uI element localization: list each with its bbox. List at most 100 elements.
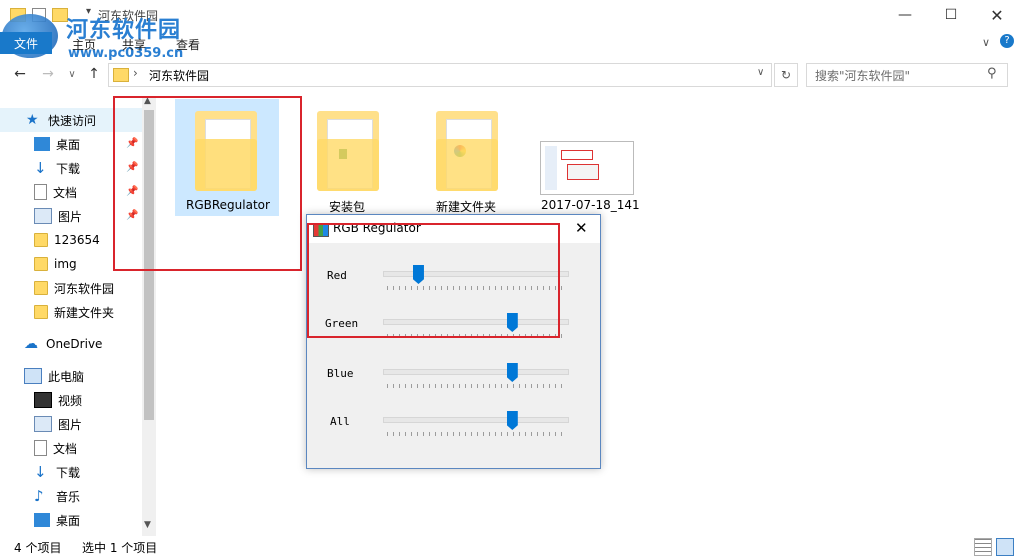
sidebar-item-pc-desktop[interactable]: 桌面 — [34, 509, 80, 531]
slider-thumb-blue[interactable] — [506, 363, 518, 382]
sidebar-item-pc-pictures[interactable]: 图片 — [34, 413, 82, 435]
file-label: 安装包 — [329, 200, 366, 214]
sidebar-item-onedrive[interactable]: ☁ OneDrive — [24, 333, 102, 355]
desktop-icon — [34, 137, 50, 151]
slider-thumb-all[interactable] — [506, 411, 518, 430]
sidebar-item-label: 快速访问 — [48, 113, 97, 128]
maximize-button[interactable]: ☐ — [928, 0, 974, 30]
file-item-installer[interactable]: 安装包 — [305, 99, 395, 216]
sidebar-item-downloads[interactable]: ↓ 下载 — [34, 157, 80, 179]
large-icons-view-icon[interactable] — [996, 538, 1014, 556]
sidebar-item-pc-documents[interactable]: 文档 — [34, 437, 77, 459]
breadcrumb-path[interactable]: 河东软件园 — [149, 67, 209, 84]
slider-ticks — [387, 432, 565, 436]
highlight-box — [113, 96, 302, 271]
sidebar-item-label: 文档 — [53, 185, 78, 200]
sidebar-item-this-pc[interactable]: 此电脑 — [24, 365, 84, 387]
sidebar-item-img[interactable]: img — [34, 253, 77, 275]
sidebar-item-label: 图片 — [58, 209, 83, 224]
sidebar-item-label: 视频 — [58, 393, 83, 408]
picture-icon — [34, 208, 52, 224]
tab-home[interactable]: 主页 — [72, 36, 96, 52]
tab-file-label: 文件 — [13, 36, 38, 51]
music-icon: ♪ — [34, 487, 44, 505]
breadcrumb-separator-icon: › — [133, 66, 138, 80]
help-icon[interactable]: ? — [1000, 34, 1014, 48]
search-icon[interactable]: ⚲ — [987, 66, 997, 81]
folder-icon — [34, 233, 48, 247]
search-placeholder: 搜索"河东软件园" — [815, 69, 911, 83]
details-view-icon[interactable] — [974, 538, 992, 556]
selection-count: 选中 1 个项目 — [82, 541, 158, 555]
folder-icon — [34, 305, 48, 319]
sidebar-item-label: 新建文件夹 — [54, 305, 115, 320]
sidebar-item-label: 音乐 — [56, 489, 81, 504]
close-button[interactable]: ✕ — [974, 0, 1020, 30]
sidebar-item-label: img — [54, 257, 77, 271]
address-dropdown-icon[interactable]: ∨ — [757, 67, 764, 78]
up-button[interactable]: ↑ — [84, 63, 104, 85]
sidebar-item-label: 桌面 — [56, 137, 81, 152]
file-item-screenshot[interactable]: 2017-07-18_141 — [536, 99, 640, 216]
sidebar-item-hedong[interactable]: 河东软件园 — [34, 277, 114, 299]
slider-track-blue[interactable] — [383, 369, 569, 375]
tab-file[interactable]: 文件 — [0, 32, 52, 54]
address-bar[interactable]: › 河东软件园 ∨ — [108, 63, 772, 87]
thumb-sidebar — [545, 146, 557, 190]
download-icon: ↓ — [34, 159, 47, 177]
sidebar-item-desktop[interactable]: 桌面 — [34, 133, 80, 155]
sidebar-item-pictures[interactable]: 图片 — [34, 205, 82, 227]
tab-view[interactable]: 查看 — [176, 36, 200, 52]
computer-icon — [24, 368, 42, 384]
image-thumbnail — [540, 141, 634, 195]
refresh-button[interactable]: ↻ — [774, 63, 798, 87]
picture-icon — [34, 416, 52, 432]
search-input[interactable]: 搜索"河东软件园" ⚲ — [806, 63, 1008, 87]
minimize-button[interactable]: — — [882, 0, 928, 30]
sidebar-item-label: 桌面 — [56, 513, 81, 528]
dialog-close-button[interactable]: ✕ — [575, 219, 588, 237]
sidebar-item-label: 此电脑 — [48, 369, 85, 384]
sidebar-item-label: 文档 — [53, 441, 78, 456]
folder-icon — [34, 281, 48, 295]
video-icon — [34, 392, 52, 408]
file-label: 2017-07-18_141 — [541, 198, 640, 212]
item-count: 4 个项目 — [14, 541, 62, 555]
highlight-box — [307, 223, 560, 338]
folder-icon — [113, 68, 129, 82]
recent-locations-button[interactable]: ∨ — [62, 63, 82, 85]
sidebar-item-label: 图片 — [58, 417, 83, 432]
slider-ticks — [387, 384, 565, 388]
sidebar-item-quick-access[interactable]: ★ 快速访问 — [26, 109, 96, 131]
file-label: 新建文件夹 — [436, 200, 497, 214]
sidebar-item-123654[interactable]: 123654 — [34, 229, 100, 251]
sidebar-item-new-folder[interactable]: 新建文件夹 — [34, 301, 114, 323]
sidebar-item-music[interactable]: ♪ 音乐 — [34, 485, 80, 507]
ribbon-expand-icon[interactable]: ∨ — [982, 36, 990, 49]
slider-label-blue: Blue — [327, 367, 354, 380]
sidebar-item-pc-downloads[interactable]: ↓ 下载 — [34, 461, 80, 483]
file-item-new-folder[interactable]: 新建文件夹 — [424, 99, 514, 216]
sidebar-item-label: 河东软件园 — [54, 281, 115, 296]
scroll-down-icon[interactable]: ▼ — [144, 520, 151, 530]
document-icon — [34, 440, 47, 456]
forward-button[interactable]: → — [38, 63, 58, 85]
sidebar-item-label: 下载 — [56, 161, 81, 176]
cloud-icon: ☁ — [24, 336, 38, 352]
download-icon: ↓ — [34, 463, 47, 481]
back-button[interactable]: ← — [10, 63, 30, 85]
title-bar: ▾ 河东软件园 河东软件园 www.pc0359.cn — ☐ ✕ — [0, 0, 1021, 61]
sidebar-item-label: OneDrive — [46, 337, 103, 351]
folder-icon — [34, 257, 48, 271]
sidebar-item-documents[interactable]: 文档 — [34, 181, 77, 203]
thumb-dialog — [567, 164, 599, 180]
slider-track-all[interactable] — [383, 417, 569, 423]
folder-front — [436, 139, 498, 191]
sidebar-item-videos[interactable]: 视频 — [34, 389, 82, 411]
sidebar-item-label: 123654 — [54, 233, 100, 247]
desktop-icon — [34, 513, 50, 527]
thumb-highlight — [561, 150, 593, 160]
tab-share[interactable]: 共享 — [122, 36, 146, 52]
document-icon — [34, 184, 47, 200]
folder-front — [317, 139, 379, 191]
